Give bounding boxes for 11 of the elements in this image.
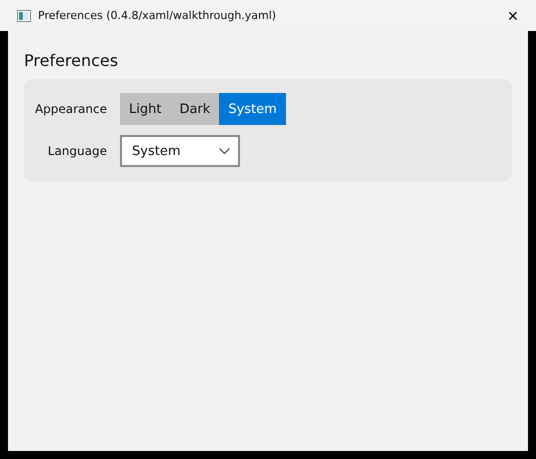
app-icon	[17, 10, 31, 22]
page-heading: Preferences	[24, 51, 120, 70]
language-label: Language	[46, 144, 107, 158]
window-title: Preferences (0.4.8/xaml/walkthrough.yaml)	[38, 9, 276, 22]
appearance-option[interactable]: Light	[120, 93, 170, 125]
language-dropdown[interactable]: System	[120, 135, 240, 167]
appearance-option[interactable]: System	[219, 93, 286, 125]
chevron-down-icon	[219, 148, 230, 154]
appearance-label: Appearance	[34, 102, 107, 116]
close-button[interactable]: ✕	[490, 0, 536, 31]
appearance-option[interactable]: Dark	[170, 93, 220, 125]
